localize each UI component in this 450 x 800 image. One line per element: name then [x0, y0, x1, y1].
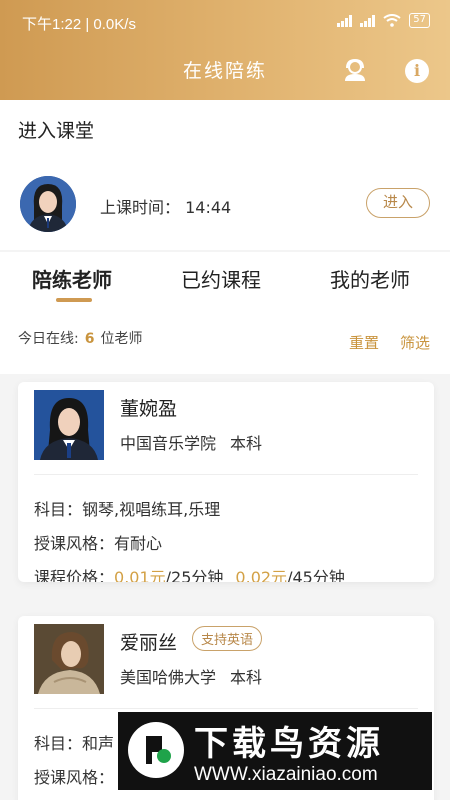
teacher-name: 董婉盈	[120, 398, 178, 420]
teacher-school-line: 美国哈佛大学 本科	[120, 664, 262, 688]
status-time: 下午1:22 | 0.0K/s	[22, 16, 136, 33]
battery-indicator: 57	[409, 13, 430, 28]
style-value: 有耐心	[114, 534, 163, 553]
teacher-style: 授课风格：	[34, 764, 114, 788]
online-prefix: 今日在线:	[18, 331, 79, 347]
status-bar: 下午1:22 | 0.0K/s 57	[0, 0, 450, 40]
tab-my-teachers[interactable]: 我的老师	[330, 264, 410, 293]
tab-booked-courses[interactable]: 已约课程	[181, 264, 261, 293]
info-icon[interactable]: i	[405, 59, 429, 83]
reset-button[interactable]: 重置	[349, 332, 379, 353]
watermark-url: WWW.xiazainiao.com	[194, 764, 378, 785]
teacher-degree: 本科	[230, 668, 263, 687]
app-header: 下午1:22 | 0.0K/s 57 在线陪练 i	[0, 0, 450, 100]
online-count: 今日在线: 6 位老师	[18, 328, 142, 348]
signal-icon	[337, 14, 353, 27]
price-value-2: 0.02元	[235, 568, 288, 582]
price-duration-1: /25分钟	[165, 568, 224, 582]
subjects-value: 钢琴,视唱练耳,乐理	[82, 500, 221, 519]
teacher-price: 课程价格：0.01元/25分钟 0.02元/45分钟	[34, 564, 345, 582]
teacher-school-line: 中国音乐学院 本科	[120, 430, 262, 454]
user-support-icon[interactable]	[342, 58, 368, 82]
wifi-icon	[383, 14, 401, 27]
teacher-degree: 本科	[230, 434, 263, 453]
subjects-label: 科目：	[34, 500, 83, 519]
signal-icon-2	[360, 14, 376, 27]
teacher-avatar	[20, 176, 76, 232]
teacher-photo	[34, 624, 104, 694]
teacher-name: 爱丽丝	[120, 632, 178, 654]
subjects-value: 和声	[82, 734, 115, 753]
teacher-photo	[34, 390, 104, 460]
classroom-title: 进入课堂	[18, 120, 95, 142]
style-label: 授课风格：	[34, 534, 115, 553]
teacher-subjects: 科目：钢琴,视唱练耳,乐理	[34, 496, 220, 520]
card-divider	[34, 708, 418, 709]
price-duration-2: /45分钟	[287, 568, 345, 582]
teacher-school: 美国哈佛大学	[120, 668, 217, 687]
status-indicators: 57	[337, 13, 430, 28]
card-divider	[34, 474, 418, 475]
page-title: 在线陪练	[182, 60, 267, 82]
watermark-logo-icon	[128, 722, 184, 778]
watermark-banner: 下载鸟资源 WWW.xiazainiao.com	[118, 712, 432, 790]
watermark-title: 下载鸟资源	[194, 724, 384, 764]
class-time-label: 上课时间：	[100, 198, 181, 217]
english-support-badge: 支持英语	[192, 626, 263, 651]
tabs-area: 陪练老师 已约课程 我的老师 今日在线: 6 位老师 重置 筛选	[0, 252, 450, 374]
subjects-label: 科目：	[34, 734, 83, 753]
teacher-school: 中国音乐学院	[120, 434, 217, 453]
teacher-style: 授课风格：有耐心	[34, 530, 162, 554]
active-tab-indicator	[56, 298, 92, 302]
price-label: 课程价格：	[34, 568, 115, 582]
classroom-section: 进入课堂 上课时间： 14:44 进入	[0, 100, 450, 250]
teacher-subjects: 科目：和声	[34, 730, 114, 754]
price-value-1: 0.01元	[114, 568, 166, 582]
tab-practice-teachers[interactable]: 陪练老师	[32, 264, 112, 293]
enter-class-button[interactable]: 进入	[366, 188, 430, 218]
teacher-card[interactable]: 董婉盈 中国音乐学院 本科 科目：钢琴,视唱练耳,乐理 授课风格：有耐心 课程价格…	[18, 382, 434, 582]
class-time-value: 14:44	[185, 198, 232, 217]
online-number: 6	[84, 331, 95, 347]
online-suffix: 位老师	[100, 331, 143, 347]
style-label: 授课风格：	[34, 768, 115, 787]
filter-button[interactable]: 筛选	[400, 332, 430, 353]
class-time: 上课时间： 14:44	[100, 194, 231, 218]
